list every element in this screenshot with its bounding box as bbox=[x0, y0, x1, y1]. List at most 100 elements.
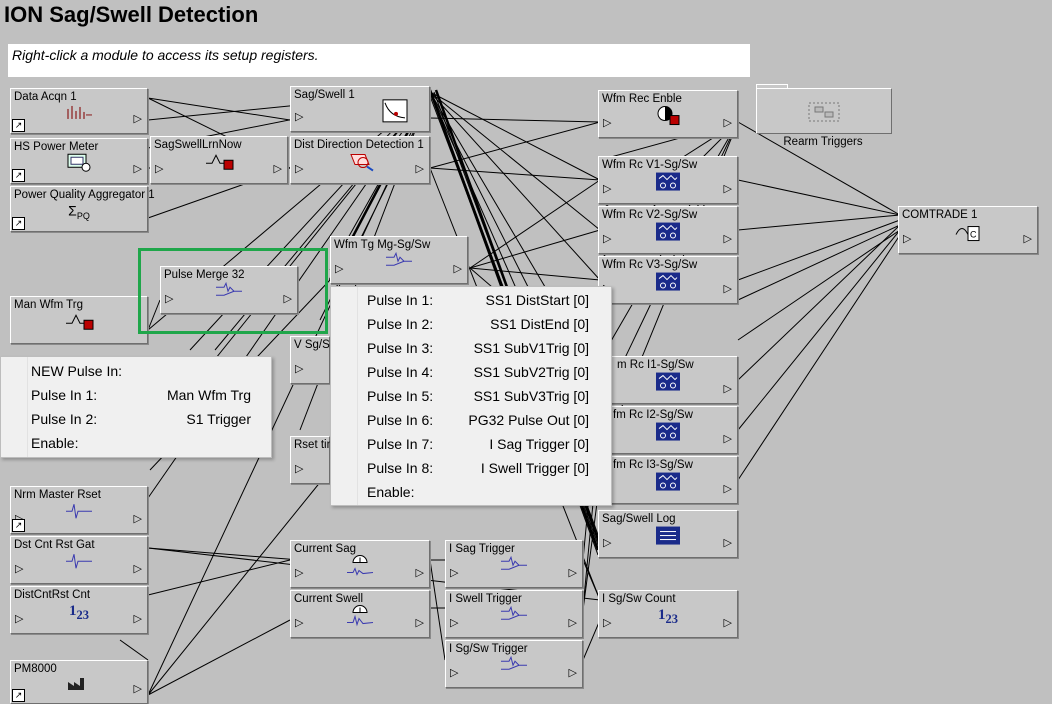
module-wfm-rc-i2[interactable]: fm Rc I2-Sg/Sw ▷ bbox=[598, 406, 738, 454]
input-arrow-icon[interactable]: ▷ bbox=[295, 162, 303, 175]
module-rset-tin[interactable]: Rset tin ▷ bbox=[290, 436, 333, 484]
module-current-swell[interactable]: Current Swell ▷ ▷ bbox=[290, 590, 430, 638]
module-wfm-rc-i3[interactable]: fm Rc I3-Sg/Sw ▷ bbox=[598, 456, 738, 504]
input-arrow-icon[interactable]: ▷ bbox=[335, 262, 343, 275]
module-dst-cnt-rst-gat[interactable]: Dst Cnt Rst Gat ▷ ▷ bbox=[10, 536, 148, 584]
module-hs-power-meter[interactable]: HS Power Meter ▷ ↗ bbox=[10, 138, 148, 184]
input-arrow-icon[interactable]: ▷ bbox=[903, 232, 911, 245]
output-arrow-icon[interactable]: ▷ bbox=[416, 162, 424, 175]
waveform-recorder-icon bbox=[655, 371, 681, 398]
module-label: DistCntRst Cnt bbox=[14, 589, 91, 601]
module-current-sag[interactable]: Current Sag ▷ ▷ bbox=[290, 540, 430, 588]
output-arrow-icon[interactable]: ▷ bbox=[134, 612, 142, 625]
output-arrow-icon[interactable]: ▷ bbox=[724, 616, 732, 629]
module-sag-swell-1[interactable]: Sag/Swell 1 ▷ bbox=[290, 86, 430, 132]
output-arrow-icon[interactable]: ▷ bbox=[724, 282, 732, 295]
input-arrow-icon[interactable]: ▷ bbox=[295, 566, 303, 579]
module-data-acqn[interactable]: Data Acqn 1 ▷ ↗ bbox=[10, 88, 148, 134]
shortcut-icon: ↗ bbox=[12, 689, 25, 702]
input-arrow-icon[interactable]: ▷ bbox=[450, 616, 458, 629]
output-arrow-icon[interactable]: ▷ bbox=[569, 616, 577, 629]
module-i-swell-trigger[interactable]: I Swell Trigger ▷ ▷ bbox=[445, 590, 583, 638]
output-arrow-icon[interactable]: ▷ bbox=[724, 116, 732, 129]
tooltip-row: Pulse In 3: SS1 SubV1Trig [0] bbox=[367, 336, 589, 360]
output-arrow-icon[interactable]: ▷ bbox=[1024, 232, 1032, 245]
pulse-merge-icon bbox=[499, 555, 529, 580]
module-label: Wfm Rec Enble bbox=[602, 93, 682, 105]
output-arrow-icon[interactable]: ▷ bbox=[134, 562, 142, 575]
module-sag-swell-log[interactable]: Sag/Swell Log ▷ ▷ bbox=[598, 510, 738, 558]
row-label: Pulse In 1: bbox=[367, 292, 434, 308]
row-label: Enable: bbox=[31, 435, 79, 451]
row-value: I Sag Trigger [0] bbox=[489, 436, 589, 452]
output-arrow-icon[interactable]: ▷ bbox=[569, 666, 577, 679]
module-wfm-rc-i1[interactable]: m Rc I1-Sg/Sw ▷ bbox=[598, 356, 738, 404]
input-arrow-icon[interactable]: ▷ bbox=[295, 616, 303, 629]
module-i-sgsw-count[interactable]: I Sg/Sw Count 123 ▷ ▷ bbox=[598, 590, 738, 638]
output-arrow-icon[interactable]: ▷ bbox=[416, 566, 424, 579]
module-wfm-tg-mg[interactable]: Wfm Tg Mg-Sg/Sw ▷ ▷ bbox=[330, 236, 468, 284]
module-label: Rset tin bbox=[294, 439, 333, 451]
output-arrow-icon[interactable]: ▷ bbox=[454, 262, 462, 275]
input-arrow-icon[interactable]: ▷ bbox=[295, 462, 303, 475]
power-meter-icon bbox=[66, 152, 92, 177]
module-label: I Swell Trigger bbox=[449, 593, 522, 605]
input-arrow-icon[interactable]: ▷ bbox=[15, 562, 23, 575]
output-arrow-icon[interactable]: ▷ bbox=[134, 512, 142, 525]
module-label: I Sg/Sw Trigger bbox=[449, 643, 528, 655]
input-arrow-icon[interactable]: ▷ bbox=[603, 536, 611, 549]
row-value: SS1 SubV3Trig [0] bbox=[473, 388, 589, 404]
output-arrow-icon[interactable]: ▷ bbox=[724, 382, 732, 395]
module-comtrade[interactable]: COMTRADE 1 C ▷ ▷ bbox=[898, 206, 1038, 254]
module-wfm-rc-v3[interactable]: Wfm Rc V3-Sg/Sw ▷ ▷ bbox=[598, 256, 738, 304]
svg-text:C: C bbox=[970, 230, 977, 240]
output-arrow-icon[interactable]: ▷ bbox=[134, 682, 142, 695]
tooltip-row: Enable: bbox=[31, 431, 251, 455]
module-nrm-master-rset[interactable]: Nrm Master Rset ▷ ▷ ↗ bbox=[10, 486, 148, 534]
module-pm8000[interactable]: PM8000 ▷ ↗ bbox=[10, 660, 148, 704]
module-sagswell-lrn-now[interactable]: SagSwellLrnNow ▷ ▷ bbox=[150, 136, 288, 184]
module-label: V Sg/S bbox=[294, 339, 330, 351]
input-arrow-icon[interactable]: ▷ bbox=[450, 666, 458, 679]
module-dist-direction[interactable]: Dist Direction Detection 1 ▷ ▷ bbox=[290, 136, 430, 184]
output-arrow-icon[interactable]: ▷ bbox=[134, 112, 142, 125]
output-arrow-icon[interactable]: ▷ bbox=[724, 232, 732, 245]
output-arrow-icon[interactable]: ▷ bbox=[724, 432, 732, 445]
row-value: Man Wfm Trg bbox=[166, 387, 251, 403]
input-arrow-icon[interactable]: ▷ bbox=[155, 162, 163, 175]
input-arrow-icon[interactable]: ▷ bbox=[603, 616, 611, 629]
module-pq-aggregator[interactable]: Power Quality Aggregator 1 ΣPQ ↗ bbox=[10, 186, 155, 232]
pulse-icon bbox=[64, 551, 94, 576]
manual-trigger-icon bbox=[62, 311, 96, 336]
output-arrow-icon[interactable]: ▷ bbox=[134, 162, 142, 175]
module-wfm-rc-v2[interactable]: Wfm Rc V2-Sg/Sw ▷ ▷ bbox=[598, 206, 738, 254]
module-i-sag-trigger[interactable]: I Sag Trigger ▷ ▷ bbox=[445, 540, 583, 588]
input-arrow-icon[interactable]: ▷ bbox=[295, 362, 303, 375]
input-arrow-icon[interactable]: ▷ bbox=[603, 182, 611, 195]
module-man-wfm-trg[interactable]: Man Wfm Trg bbox=[10, 296, 148, 344]
sigma-pq-icon: ΣPQ bbox=[68, 202, 90, 222]
factory-icon bbox=[66, 674, 92, 697]
module-wfm-rec-enble[interactable]: Wfm Rec Enble ▷ ▷ bbox=[598, 90, 738, 138]
module-wfm-rc-v1[interactable]: Wfm Rc V1-Sg/Sw ▷ ▷ bbox=[598, 156, 738, 204]
module-label: Data Acqn 1 bbox=[14, 91, 77, 103]
module-i-sgsw-trigger[interactable]: I Sg/Sw Trigger ▷ ▷ bbox=[445, 640, 583, 688]
output-arrow-icon[interactable]: ▷ bbox=[416, 616, 424, 629]
manual-trigger-icon bbox=[202, 151, 236, 176]
tooltip-row: Pulse In 2: S1 Trigger bbox=[31, 407, 251, 431]
output-arrow-icon[interactable]: ▷ bbox=[724, 482, 732, 495]
row-label: Pulse In 1: bbox=[31, 387, 98, 403]
input-arrow-icon[interactable]: ▷ bbox=[295, 110, 303, 123]
output-arrow-icon[interactable]: ▷ bbox=[724, 536, 732, 549]
input-arrow-icon[interactable]: ▷ bbox=[15, 612, 23, 625]
output-arrow-icon[interactable]: ▷ bbox=[274, 162, 282, 175]
rearm-triggers-folder[interactable] bbox=[756, 88, 892, 134]
output-arrow-icon[interactable]: ▷ bbox=[569, 566, 577, 579]
output-arrow-icon[interactable]: ▷ bbox=[724, 182, 732, 195]
input-arrow-icon[interactable]: ▷ bbox=[603, 116, 611, 129]
module-dist-cnt-rst-cnt[interactable]: DistCntRst Cnt 123 ▷ ▷ bbox=[10, 586, 148, 634]
input-arrow-icon[interactable]: ▷ bbox=[450, 566, 458, 579]
input-arrow-icon[interactable]: ▷ bbox=[603, 232, 611, 245]
module-v-sg[interactable]: V Sg/S ▷ bbox=[290, 336, 330, 384]
row-label: NEW Pulse In: bbox=[31, 363, 123, 379]
